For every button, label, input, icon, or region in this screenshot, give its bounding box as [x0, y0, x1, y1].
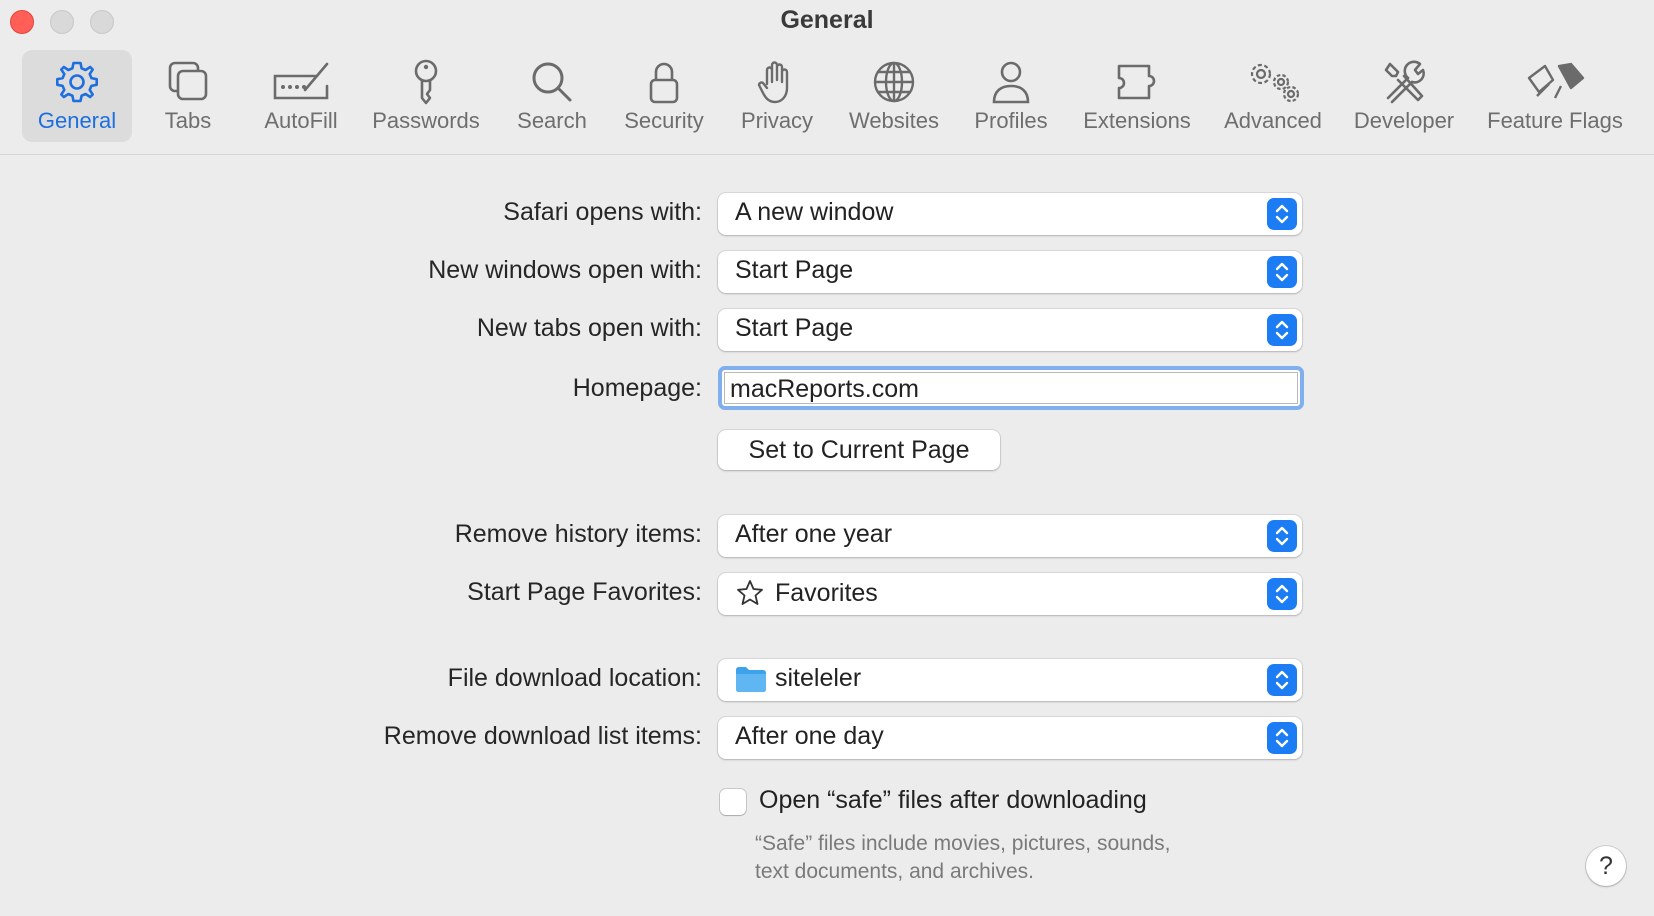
person-icon — [992, 61, 1030, 104]
tabs-icon — [168, 61, 208, 101]
start-page-favorites-label: Start Page Favorites: — [467, 578, 702, 606]
tab-websites[interactable]: Websites — [842, 50, 946, 142]
tab-advanced[interactable]: Advanced — [1218, 50, 1328, 142]
popup-arrows-icon — [1267, 256, 1297, 288]
popup-value-row: siteleler — [735, 664, 861, 693]
popup-arrows-icon — [1267, 578, 1297, 610]
remove-download-list-label: Remove download list items: — [383, 722, 702, 750]
start-page-favorites-popup[interactable]: Favorites — [718, 573, 1302, 615]
tab-feature-flags[interactable]: Feature Flags — [1482, 50, 1628, 142]
gear-icon — [56, 61, 98, 103]
tab-label: Websites — [848, 108, 940, 133]
tab-privacy[interactable]: Privacy — [732, 50, 822, 142]
autofill-icon — [273, 62, 329, 100]
safe-files-note-line: text documents, and archives. — [755, 860, 1034, 883]
star-icon — [737, 580, 763, 605]
tab-label: AutoFill — [264, 108, 338, 133]
popup-value: Start Page — [735, 314, 854, 342]
tab-label: Profiles — [974, 108, 1048, 133]
tab-label: Privacy — [740, 108, 814, 133]
tab-tabs[interactable]: Tabs — [148, 50, 228, 142]
folder-icon — [736, 666, 766, 692]
safari-opens-with-label: Safari opens with: — [503, 198, 702, 226]
safe-files-note-line: “Safe” files include movies, pictures, s… — [755, 832, 1171, 855]
homepage-input[interactable] — [728, 372, 1292, 406]
help-button[interactable]: ? — [1586, 846, 1626, 886]
tools-icon — [1384, 60, 1425, 104]
safari-opens-with-popup[interactable]: A new window — [718, 193, 1302, 235]
key-icon — [414, 59, 438, 105]
tab-search[interactable]: Search — [510, 50, 594, 142]
popup-value-row: Favorites — [735, 578, 878, 608]
tab-label: Passwords — [372, 108, 480, 133]
tab-label: Advanced — [1224, 108, 1322, 133]
popup-arrows-icon — [1267, 198, 1297, 230]
remove-download-list-popup[interactable]: After one day — [718, 717, 1302, 759]
settings-toolbar: General Tabs AutoFill Passwords Search S… — [0, 44, 1654, 155]
title-bar: General — [0, 0, 1654, 42]
tab-label: Developer — [1353, 108, 1455, 133]
remove-history-popup[interactable]: After one year — [718, 515, 1302, 557]
new-tabs-popup[interactable]: Start Page — [718, 309, 1302, 351]
popup-value: Start Page — [735, 256, 854, 284]
tab-label: Search — [517, 108, 587, 133]
homepage-field-focus-ring — [718, 366, 1304, 410]
tab-label: Security — [624, 108, 704, 133]
globe-icon — [873, 61, 915, 103]
tab-developer[interactable]: Developer — [1348, 50, 1460, 142]
tab-label: Feature Flags — [1487, 108, 1623, 133]
file-download-location-label: File download location: — [447, 664, 702, 692]
tab-label: General — [37, 108, 117, 133]
flags-icon — [1527, 62, 1585, 99]
search-icon — [532, 62, 572, 102]
gears-icon — [1250, 63, 1300, 103]
new-windows-label: New windows open with: — [428, 256, 702, 284]
tab-label: Tabs — [164, 108, 212, 133]
new-tabs-label: New tabs open with: — [476, 314, 702, 342]
remove-history-label: Remove history items: — [454, 520, 702, 548]
set-to-current-page-button[interactable]: Set to Current Page — [718, 430, 1000, 470]
open-safe-files-checkbox[interactable] — [720, 789, 746, 815]
popup-arrows-icon — [1267, 314, 1297, 346]
popup-arrows-icon — [1267, 520, 1297, 552]
popup-value: After one year — [735, 520, 893, 548]
file-download-location-popup[interactable]: siteleler — [718, 659, 1302, 701]
lock-icon — [649, 62, 679, 104]
popup-arrows-icon — [1267, 722, 1297, 754]
popup-value: siteleler — [775, 664, 862, 692]
puzzle-icon — [1117, 64, 1156, 100]
homepage-label: Homepage: — [572, 374, 702, 402]
open-safe-files-label[interactable]: Open “safe” files after downloading — [759, 786, 1147, 815]
tab-extensions[interactable]: Extensions — [1078, 50, 1196, 142]
tab-profiles[interactable]: Profiles — [966, 50, 1056, 142]
tab-general[interactable]: General — [22, 50, 132, 142]
safe-files-note: “Safe” files include movies, pictures, s… — [755, 830, 1171, 886]
hand-icon — [757, 61, 789, 104]
tab-security[interactable]: Security — [616, 50, 712, 142]
tab-autofill[interactable]: AutoFill — [251, 50, 351, 142]
popup-value: A new window — [735, 198, 894, 226]
popup-value: Favorites — [775, 578, 878, 607]
popup-arrows-icon — [1267, 664, 1297, 696]
new-windows-popup[interactable]: Start Page — [718, 251, 1302, 293]
tab-passwords[interactable]: Passwords — [366, 50, 486, 142]
settings-window: General General Tabs AutoFill Passwords … — [0, 0, 1654, 916]
window-title: General — [780, 6, 874, 34]
popup-value: After one day — [735, 722, 884, 750]
tab-label: Extensions — [1083, 108, 1191, 133]
